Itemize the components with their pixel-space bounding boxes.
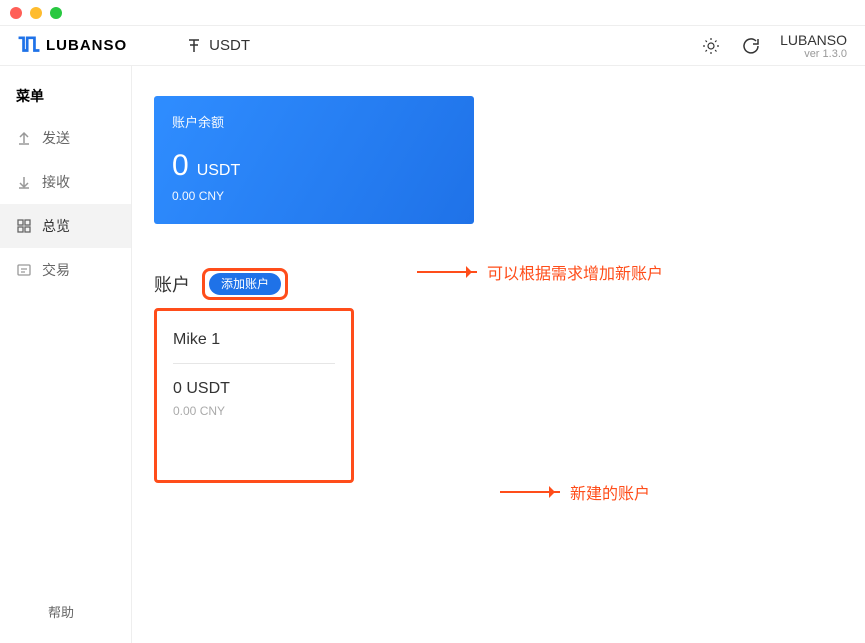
arrow-icon	[417, 271, 477, 273]
account-amount: 0 USDT	[173, 380, 335, 398]
annotation-new-account-hint: 新建的账户	[500, 480, 650, 504]
account-sub: 0.00 CNY	[173, 404, 335, 418]
version-label: ver 1.3.0	[780, 48, 847, 60]
logo: LUBANSO	[18, 36, 127, 56]
sidebar-item-label: 总览	[42, 216, 70, 236]
minimize-window-button[interactable]	[30, 7, 42, 19]
balance-amount: 0	[172, 149, 189, 183]
sidebar-item-transactions[interactable]: 交易	[0, 248, 131, 292]
receive-icon	[16, 174, 32, 190]
sidebar-item-overview[interactable]: 总览	[0, 204, 131, 248]
transactions-icon	[16, 262, 32, 278]
arrow-icon	[500, 491, 560, 493]
balance-card: 账户余额 0 USDT 0.00 CNY	[154, 96, 474, 224]
tether-icon	[187, 38, 201, 54]
account-card[interactable]: Mike 1 0 USDT 0.00 CNY	[154, 308, 354, 483]
sidebar-item-label: 接收	[42, 172, 70, 192]
logo-text: LUBANSO	[46, 37, 127, 54]
annotation-highlight-add: 添加账户	[202, 268, 288, 300]
brand-name-right: LUBANSO	[780, 32, 847, 48]
account-name: Mike 1	[173, 331, 335, 349]
sidebar-item-label: 交易	[42, 260, 70, 280]
annotation-add-hint: 可以根据需求增加新账户	[417, 260, 663, 284]
refresh-icon	[741, 36, 761, 56]
balance-label: 账户余额	[172, 112, 456, 131]
content-area: 账户余额 0 USDT 0.00 CNY 账户 添加账户 Mike 1 0 US…	[132, 66, 865, 643]
sidebar-help[interactable]: 帮助	[0, 584, 131, 643]
send-icon	[16, 130, 32, 146]
accounts-title: 账户	[154, 271, 190, 297]
refresh-button[interactable]	[740, 35, 762, 57]
sidebar-item-receive[interactable]: 接收	[0, 160, 131, 204]
brand-version: LUBANSO ver 1.3.0	[780, 32, 847, 60]
maximize-window-button[interactable]	[50, 7, 62, 19]
annotation-text: 新建的账户	[570, 480, 650, 504]
balance-unit: USDT	[197, 162, 241, 180]
settings-button[interactable]	[700, 35, 722, 57]
close-window-button[interactable]	[10, 7, 22, 19]
gear-icon	[701, 36, 721, 56]
sidebar-title: 菜单	[0, 80, 131, 116]
sidebar: 菜单 发送 接收 总览 交易 帮助	[0, 66, 132, 643]
overview-icon	[16, 218, 32, 234]
divider	[173, 363, 335, 364]
sidebar-item-label: 发送	[42, 128, 70, 148]
annotation-text: 可以根据需求增加新账户	[487, 260, 663, 284]
currency-selector[interactable]: USDT	[187, 37, 250, 54]
balance-sub: 0.00 CNY	[172, 189, 456, 203]
app-header: LUBANSO USDT LUBANSO ver 1.3.0	[0, 26, 865, 66]
add-account-button[interactable]: 添加账户	[209, 273, 281, 295]
window-titlebar	[0, 0, 865, 26]
sidebar-item-send[interactable]: 发送	[0, 116, 131, 160]
logo-icon	[18, 36, 40, 56]
currency-label: USDT	[209, 37, 250, 54]
